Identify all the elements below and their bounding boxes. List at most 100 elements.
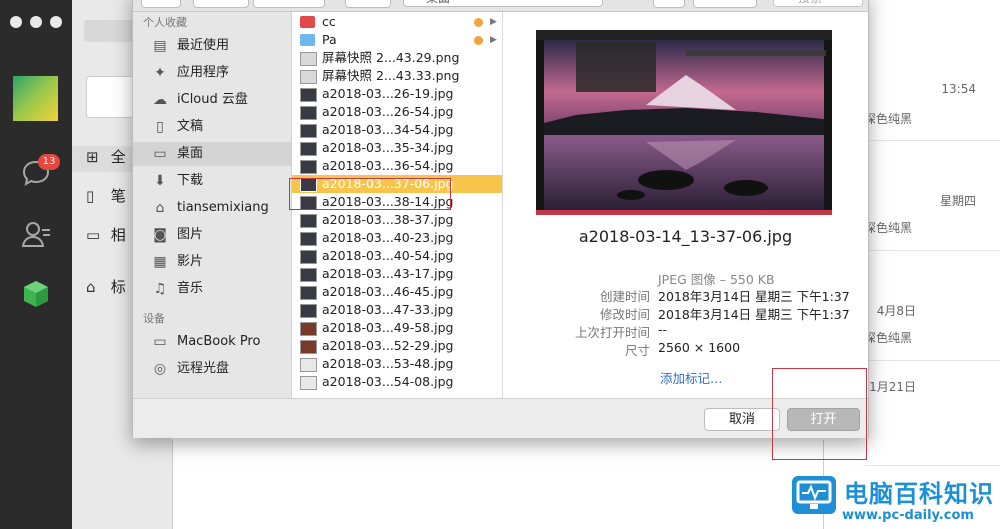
list-item[interactable]: a2018-03...54-08.jpg	[292, 373, 502, 391]
contacts-icon[interactable]	[20, 218, 52, 250]
divider	[864, 140, 1000, 141]
add-tags-link[interactable]: 添加标记…	[660, 368, 723, 387]
created-label: 创建时间	[599, 289, 650, 304]
item-time: 13:54	[941, 82, 976, 96]
chevron-right-icon: ▶	[490, 17, 497, 27]
favorites-header: 个人收藏	[143, 16, 187, 29]
list-item[interactable]: 屏幕快照 2...43.33.png	[292, 67, 502, 85]
sidebar-item-movies[interactable]: ▦ 影片	[133, 250, 291, 274]
item-desc: 深色纯黑	[864, 112, 913, 126]
image-file-icon	[300, 70, 317, 84]
sidebar-item-pictures[interactable]: ◙ 图片	[133, 223, 291, 247]
list-item[interactable]: 屏幕快照 2...43.29.png	[292, 49, 502, 67]
image-file-icon	[300, 52, 317, 66]
sidebar-item-remote-disc[interactable]: ◎ 远程光盘	[133, 357, 291, 381]
editor-card	[172, 440, 824, 529]
share-button[interactable]	[653, 0, 685, 8]
list-item[interactable]: a2018-03...26-19.jpg	[292, 85, 502, 103]
list-item[interactable]: cc ▶	[292, 13, 502, 31]
image-file-icon	[300, 124, 317, 138]
back-forward-button[interactable]	[193, 0, 249, 8]
image-file-icon	[300, 88, 317, 102]
search-input[interactable]: 搜索	[773, 0, 863, 7]
sidebar-item-downloads[interactable]: ⬇ 下载	[133, 169, 291, 193]
sidebar-item-documents[interactable]: ▯ 文稿	[133, 115, 291, 139]
dialog-footer: 取消 打开	[133, 398, 868, 438]
folder-icon	[300, 34, 315, 46]
dialog-toolbar: 桌面 搜索	[133, 0, 868, 12]
icloud-icon: ☁	[153, 92, 167, 108]
list-item[interactable]: a2018-03...40-54.jpg	[292, 247, 502, 265]
image-icon: ▭	[86, 226, 101, 244]
image-file-icon	[300, 268, 317, 282]
modified-label: 修改时间	[599, 307, 650, 322]
list-item[interactable]: a2018-03...47-33.jpg	[292, 301, 502, 319]
sidebar-toggle-button[interactable]	[141, 0, 181, 8]
window-zoom-dot[interactable]	[50, 16, 62, 28]
list-item[interactable]: a2018-03...46-45.jpg	[292, 283, 502, 301]
list-item[interactable]: a2018-03...26-54.jpg	[292, 103, 502, 121]
preview-pane: a2018-03-14_13-37-06.jpg JPEG 图像 – 550 K…	[503, 12, 868, 398]
home-icon: ⌂	[155, 200, 165, 216]
item-time: 星期四	[939, 194, 976, 208]
landscape-image	[536, 30, 832, 215]
cancel-button[interactable]: 取消	[704, 408, 780, 431]
view-mode-buttons[interactable]	[253, 0, 325, 8]
sidebar-item-desktop[interactable]: ▭ 桌面	[133, 142, 291, 166]
tag-dot-icon	[474, 36, 483, 45]
sidebar-item-recents[interactable]: ▤ 最近使用	[133, 34, 291, 58]
dialog-sidebar: 个人收藏 ▤ 最近使用 ✦ 应用程序 ☁ iCloud 云盘 ▯ 文稿 ▭ 桌面 ⬇ 下载 …	[133, 12, 292, 398]
last-opened-label: 上次打开时间	[574, 325, 650, 340]
list-item[interactable]: a2018-03...35-34.jpg	[292, 139, 502, 157]
location-popup[interactable]: 桌面	[403, 0, 603, 7]
laptop-icon: ▭	[153, 334, 167, 350]
note-icon: ▯	[86, 187, 95, 205]
list-item[interactable]: a2018-03...40-23.jpg	[292, 229, 502, 247]
dimensions-value: 2560 × 1600	[658, 340, 741, 355]
open-file-dialog: 桌面 搜索 个人收藏 ▤最近使用 ✦应用程序 ☁iCloud 云盘 ▯文稿 ▭桌…	[132, 0, 869, 438]
favorites-cube-icon[interactable]	[20, 278, 52, 310]
image-file-icon	[300, 358, 317, 372]
list-item[interactable]: Pa ▶	[292, 31, 502, 49]
list-item[interactable]: a2018-03...52-29.jpg	[292, 337, 502, 355]
list-item[interactable]: a2018-03...53-48.jpg	[292, 355, 502, 373]
unread-badge: 13	[38, 154, 60, 170]
chevron-right-icon: ▶	[490, 35, 497, 45]
folder-icon	[300, 16, 315, 28]
image-file-icon	[300, 106, 317, 120]
monitor-logo-icon	[792, 476, 836, 514]
recents-icon: ▤	[153, 38, 167, 54]
modified-value: 2018年3月14日 星期三 下午1:37	[658, 307, 850, 322]
sidebar-item-applications[interactable]: ✦ 应用程序	[133, 61, 291, 85]
tag-button[interactable]	[693, 0, 757, 8]
image-file-icon	[300, 142, 317, 156]
item-desc: 深色纯黑	[864, 221, 913, 235]
movies-icon: ▦	[153, 254, 167, 270]
window-minimize-dot[interactable]	[30, 16, 42, 28]
window-close-dot[interactable]	[10, 16, 22, 28]
image-file-icon	[300, 160, 317, 174]
created-value: 2018年3月14日 星期三 下午1:37	[658, 289, 850, 304]
disc-icon: ◎	[153, 361, 167, 377]
dimensions-label: 尺寸	[624, 343, 650, 358]
list-item[interactable]: a2018-03...43-17.jpg	[292, 265, 502, 283]
avatar[interactable]	[13, 76, 58, 121]
tag-icon: ⌂	[86, 278, 96, 296]
divider	[864, 360, 1000, 361]
downloads-icon: ⬇	[154, 173, 166, 189]
sidebar-item-music[interactable]: ♫ 音乐	[133, 277, 291, 301]
sidebar-item-icloud[interactable]: ☁ iCloud 云盘	[133, 88, 291, 112]
sidebar-item-macbook[interactable]: ▭ MacBook Pro	[133, 330, 291, 354]
music-icon: ♫	[153, 281, 167, 297]
pictures-icon: ◙	[153, 227, 167, 243]
grid-icon: ⊞	[86, 148, 99, 166]
list-item[interactable]: a2018-03...38-37.jpg	[292, 211, 502, 229]
list-item[interactable]: a2018-03...36-54.jpg	[292, 157, 502, 175]
selected-file-highlight	[289, 178, 451, 210]
list-item[interactable]: a2018-03...49-58.jpg	[292, 319, 502, 337]
group-by-button[interactable]	[345, 0, 391, 8]
list-item[interactable]: a2018-03...34-54.jpg	[292, 121, 502, 139]
image-file-icon	[300, 340, 317, 354]
preview-thumbnail	[536, 30, 832, 215]
sidebar-item-home[interactable]: ⌂ tiansemixiang	[133, 196, 291, 220]
